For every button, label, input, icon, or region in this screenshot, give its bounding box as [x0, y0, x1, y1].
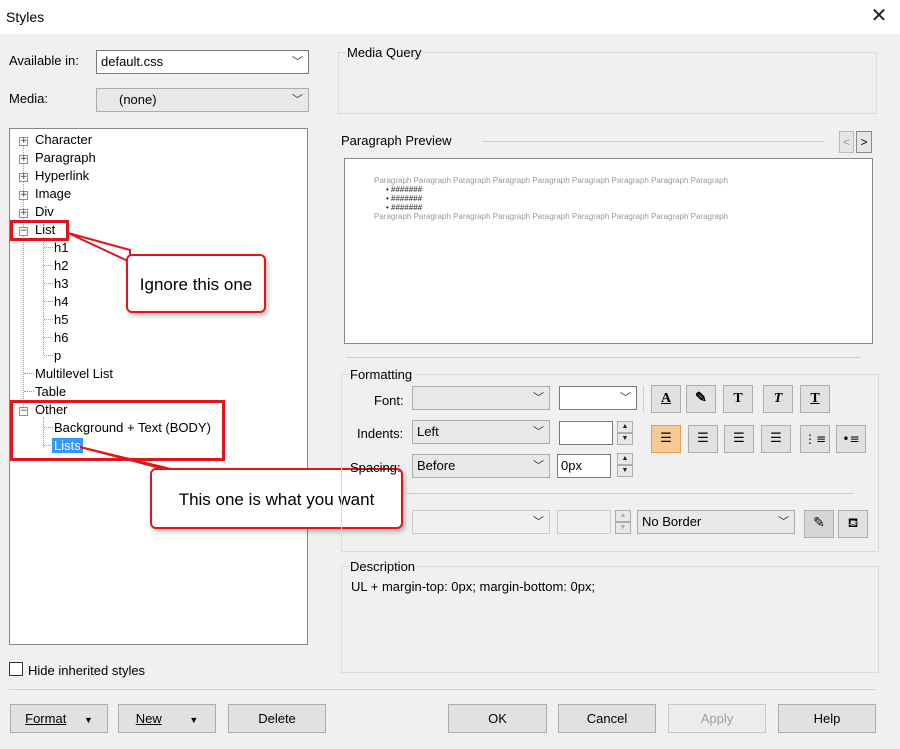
cancel-button[interactable]: Cancel	[558, 704, 656, 733]
hide-inherited-label: Hide inherited styles	[28, 663, 146, 678]
numbered-list-button[interactable]: ⋮≡	[800, 425, 830, 453]
spin-down-icon[interactable]: ▼	[617, 433, 633, 445]
justify-button[interactable]: ☰	[761, 425, 791, 453]
formatting-title: Formatting	[349, 367, 414, 382]
help-button[interactable]: Help	[778, 704, 876, 733]
preview-next-button[interactable]: >	[856, 131, 872, 153]
chevron-down-icon: ﹀	[778, 516, 789, 528]
bold-button[interactable]: T	[723, 385, 753, 413]
bottom-divider	[9, 689, 875, 690]
border-select[interactable]: No Border ﹀	[637, 510, 795, 534]
spacing-select[interactable]: Before ﹀	[412, 454, 550, 478]
chevron-down-icon: ﹀	[533, 460, 544, 472]
media-query-title: Media Query	[346, 45, 423, 60]
font-select[interactable]: ﹀	[412, 386, 550, 410]
preview-bullet: • #######	[386, 203, 423, 212]
new-button[interactable]: New ▼	[118, 704, 216, 733]
preview-prev-button[interactable]: <	[839, 131, 854, 153]
fill-color-button[interactable]: ⛾	[838, 510, 868, 538]
caret-down-icon: ▼	[83, 715, 93, 725]
font-label: Font:	[374, 393, 404, 408]
font-size-select[interactable]: ﹀	[559, 386, 637, 410]
formatting-divider	[403, 493, 854, 494]
spin-up-icon[interactable]: ▲	[617, 421, 633, 433]
chevron-down-icon: ﹀	[533, 426, 544, 438]
align-center-icon: ☰	[697, 431, 709, 446]
description-title: Description	[349, 559, 417, 574]
preview-bullet-text: #######	[391, 194, 423, 203]
description-text: UL + margin-top: 0px; margin-bottom: 0px…	[351, 579, 596, 594]
hide-inherited-checkbox[interactable]	[9, 662, 23, 676]
align-right-button[interactable]: ☰	[724, 425, 754, 453]
new-button-label: New	[135, 711, 162, 726]
align-left-icon: ☰	[660, 431, 672, 446]
indents-select[interactable]: Left ﹀	[412, 420, 550, 444]
indents-label: Indents:	[357, 426, 404, 441]
font-color-button[interactable]: A	[651, 385, 681, 413]
spin-down-icon[interactable]: ▼	[615, 522, 631, 534]
highlight-icon: ✎	[695, 391, 707, 406]
highlight-button[interactable]: ✎	[686, 385, 716, 413]
border-color-button[interactable]: ✎	[804, 510, 834, 538]
spacing-value: Before	[417, 458, 456, 473]
format-button[interactable]: Format ▼	[10, 704, 108, 733]
caret-down-icon: ▼	[189, 715, 199, 725]
paint-bucket-icon: ⛾	[847, 516, 859, 531]
spin-up-icon[interactable]: ▲	[615, 510, 631, 522]
indents-value: Left	[417, 424, 439, 439]
chevron-down-icon: ﹀	[620, 392, 631, 404]
numbered-list-icon: ⋮≡	[803, 432, 827, 446]
spin-up-icon[interactable]: ▲	[617, 453, 633, 465]
preview-title: Paragraph Preview	[341, 133, 452, 148]
preview-divider	[482, 141, 824, 142]
media-query-group	[338, 52, 877, 114]
spacing-amount-input[interactable]: 0px	[557, 454, 611, 478]
ok-button[interactable]: OK	[448, 704, 547, 733]
underline-button[interactable]: T	[800, 385, 830, 413]
pen-icon: ✎	[813, 516, 825, 531]
italic-button[interactable]: T	[763, 385, 793, 413]
justify-icon: ☰	[770, 431, 782, 446]
section-divider	[346, 357, 861, 358]
preview-paragraph: Paragraph Paragraph Paragraph Paragraph …	[374, 212, 729, 221]
preview-pane: Paragraph Paragraph Paragraph Paragraph …	[344, 158, 873, 344]
delete-button[interactable]: Delete	[228, 704, 326, 733]
pointer-want	[79, 446, 176, 471]
preview-bullet-text: #######	[391, 203, 423, 212]
indent-amount-input[interactable]	[559, 421, 613, 445]
border-width-input[interactable]	[557, 510, 611, 534]
preview-bullet: • #######	[386, 194, 423, 203]
align-center-button[interactable]: ☰	[688, 425, 718, 453]
preview-paragraph: Paragraph Paragraph Paragraph Paragraph …	[374, 176, 729, 185]
border-style-select[interactable]: ﹀	[412, 510, 550, 534]
callout-ignore: Ignore this one	[126, 254, 266, 313]
chevron-down-icon: ﹀	[533, 392, 544, 404]
spin-down-icon[interactable]: ▼	[617, 465, 633, 477]
apply-button[interactable]: Apply	[668, 704, 766, 733]
toolbar-divider	[643, 386, 644, 412]
preview-bullet: • #######	[386, 185, 423, 194]
spacing-amount-value: 0px	[561, 458, 582, 473]
preview-bullet-text: #######	[391, 185, 423, 194]
align-right-icon: ☰	[733, 431, 745, 446]
chevron-down-icon: ﹀	[533, 516, 544, 528]
pointer-ignore	[67, 232, 131, 264]
align-left-button[interactable]: ☰	[651, 425, 681, 453]
bulleted-list-button[interactable]: •≡	[836, 425, 866, 453]
format-button-label: Format	[25, 711, 67, 726]
spacing-label: Spacing:	[350, 460, 401, 475]
bulleted-list-icon: •≡	[842, 432, 860, 446]
border-value: No Border	[642, 514, 702, 529]
